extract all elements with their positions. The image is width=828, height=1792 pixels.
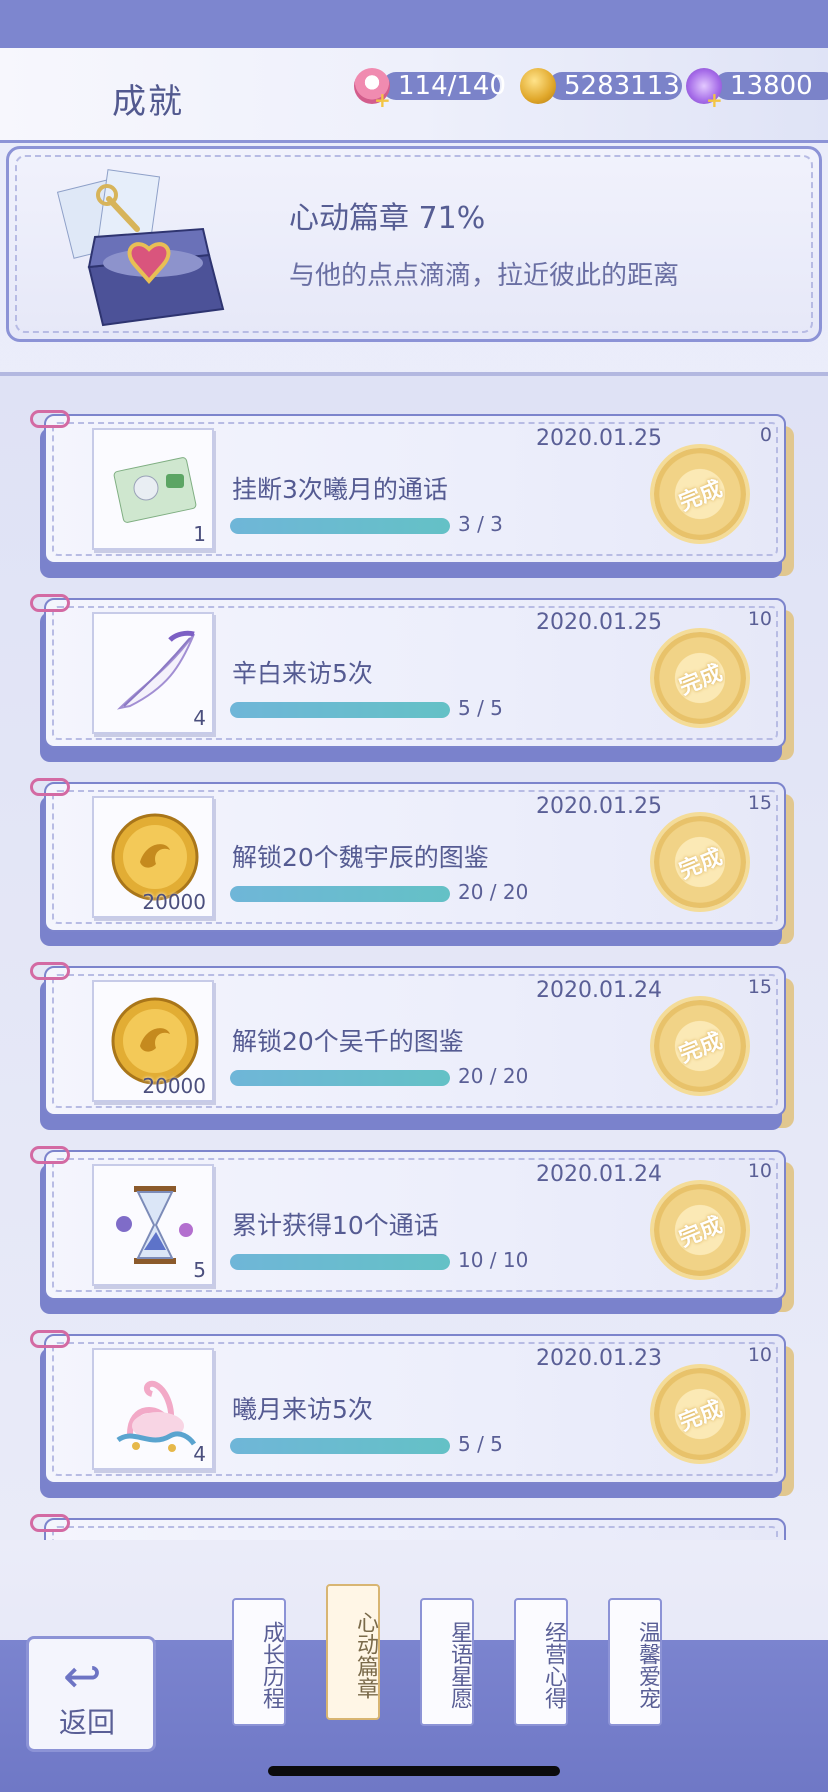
tab-star-wish[interactable]: 星语星愿 [420, 1598, 474, 1726]
paperclip-icon [30, 1146, 70, 1164]
achievement-points: 10 [747, 1344, 772, 1366]
achievement-card-partial[interactable] [30, 1514, 786, 1541]
achievement-date: 2020.01.23 [536, 1346, 662, 1371]
progress-text: 3 / 3 [458, 512, 503, 536]
chapter-subtitle: 与他的点点滴滴，拉近彼此的距离 [289, 261, 680, 291]
page-title: 成就 [112, 82, 184, 122]
hourglass-icon [116, 1186, 193, 1264]
header-bar: 成就 + 114/140 5283113 + 13800 [0, 48, 828, 143]
progress-bar [230, 702, 450, 718]
achievement-date: 2020.01.25 [536, 426, 662, 451]
reward-quantity: 4 [193, 706, 206, 730]
achievement-points: 10 [747, 1160, 772, 1182]
home-indicator[interactable] [268, 1766, 560, 1776]
progress-bar [230, 1254, 450, 1270]
back-button[interactable]: ↩ 返回 [26, 1636, 156, 1752]
diamond-value: 13800 [730, 71, 813, 101]
stamina-value: 114/140 [398, 71, 507, 101]
achievement-points: 15 [747, 792, 772, 814]
achievement-card[interactable]: 20000 2020.01.25 15 解锁20个魏宇辰的图鉴 20 / 20 … [30, 778, 794, 946]
achievement-name: 累计获得10个通话 [232, 1211, 439, 1240]
feather-icon [116, 630, 195, 710]
tab-business[interactable]: 经营心得 [514, 1598, 568, 1726]
gold-value: 5283113 [564, 71, 680, 101]
progress-bar [230, 886, 450, 902]
back-label: 返回 [59, 1706, 116, 1739]
achievement-card[interactable]: 1 2020.01.25 0 挂断3次曦月的通话 3 / 3 完成 [30, 410, 794, 578]
reward-quantity: 5 [193, 1258, 206, 1282]
gold-coin-icon [111, 997, 199, 1085]
diamond-counter[interactable]: + 13800 [686, 66, 828, 112]
progress-text: 5 / 5 [458, 696, 503, 720]
wing-icon: + [686, 68, 723, 112]
coin-icon [520, 68, 556, 104]
reward-thumbnail[interactable]: 5 [92, 1164, 214, 1286]
achievement-card[interactable]: 4 2020.01.23 10 曦月来访5次 5 / 5 完成 [30, 1330, 794, 1498]
progress-bar [230, 1070, 450, 1086]
reward-thumbnail[interactable]: 20000 [92, 980, 214, 1102]
tab-growth[interactable]: 成长历程 [232, 1598, 286, 1726]
return-arrow-icon: ↩ [63, 1649, 102, 1703]
achievement-list[interactable]: 1 2020.01.25 0 挂断3次曦月的通话 3 / 3 完成 4 2020… [0, 372, 828, 1541]
ticket-icon [113, 457, 197, 523]
paperclip-icon [30, 410, 70, 428]
paperclip-icon [30, 778, 70, 796]
achievement-name: 解锁20个吴千的图鉴 [232, 1027, 464, 1056]
achievement-card[interactable]: 4 2020.01.25 10 辛白来访5次 5 / 5 完成 [30, 594, 794, 762]
achievement-date: 2020.01.24 [536, 1162, 662, 1187]
swan-icon [116, 1380, 197, 1452]
progress-text: 10 / 10 [458, 1248, 529, 1272]
cake-icon: + [354, 68, 391, 112]
achievement-date: 2020.01.24 [536, 978, 662, 1003]
progress-text: 20 / 20 [458, 880, 529, 904]
reward-quantity: 4 [193, 1442, 206, 1466]
gold-coin-icon [111, 813, 199, 901]
achievement-points: 0 [759, 424, 772, 446]
achievement-date: 2020.01.25 [536, 794, 662, 819]
reward-thumbnail[interactable]: 4 [92, 612, 214, 734]
paperclip-icon [30, 1514, 70, 1532]
reward-thumbnail[interactable]: 20000 [92, 796, 214, 918]
progress-text: 20 / 20 [458, 1064, 529, 1088]
reward-thumbnail[interactable]: 1 [92, 428, 214, 550]
achievement-name: 挂断3次曦月的通话 [232, 475, 448, 504]
achievement-name: 曦月来访5次 [232, 1395, 373, 1424]
chapter-banner: 心动篇章 71% 与他的点点滴滴，拉近彼此的距离 [6, 146, 822, 342]
achievement-card[interactable]: 5 2020.01.24 10 累计获得10个通话 10 / 10 完成 [30, 1146, 794, 1314]
stamina-counter[interactable]: + 114/140 [354, 66, 507, 112]
progress-bar [230, 1438, 450, 1454]
achievement-date: 2020.01.25 [536, 610, 662, 635]
achievement-name: 辛白来访5次 [232, 659, 373, 688]
progress-text: 5 / 5 [458, 1432, 503, 1456]
paperclip-icon [30, 962, 70, 980]
tab-heart-chapter[interactable]: 心动篇章 [326, 1584, 380, 1720]
tab-pets[interactable]: 温馨爱宠 [608, 1598, 662, 1726]
reward-thumbnail[interactable]: 4 [92, 1348, 214, 1470]
treasure-chest-icon [56, 169, 225, 327]
progress-bar [230, 518, 450, 534]
reward-quantity: 1 [193, 522, 206, 546]
achievement-name: 解锁20个魏宇辰的图鉴 [232, 843, 489, 872]
gold-counter[interactable]: 5283113 [520, 66, 682, 106]
chapter-title: 心动篇章 71% [289, 201, 486, 236]
achievement-points: 10 [747, 608, 772, 630]
achievement-points: 15 [747, 976, 772, 998]
reward-quantity: 20000 [142, 890, 206, 914]
reward-quantity: 20000 [142, 1074, 206, 1098]
achievement-card[interactable]: 20000 2020.01.24 15 解锁20个吴千的图鉴 20 / 20 完… [30, 962, 794, 1130]
paperclip-icon [30, 1330, 70, 1348]
paperclip-icon [30, 594, 70, 612]
